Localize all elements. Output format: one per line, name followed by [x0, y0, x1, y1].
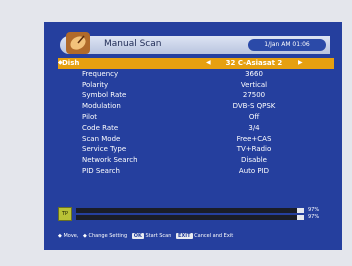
settings-list: ◆ Dish ◀ 32 C-Asiasat 2 ▶ Frequency 3660 … [58, 58, 334, 177]
setting-row-dish[interactable]: ◆ Dish ◀ 32 C-Asiasat 2 ▶ [58, 58, 334, 69]
help-start-scan: Start Scan [145, 233, 172, 239]
signal-panel: TP 97% 97% [58, 207, 334, 221]
exit-key: EXIT [176, 233, 193, 239]
ok-key: OK [131, 233, 144, 239]
dish-icon [66, 32, 90, 54]
setting-row-scan-mode[interactable]: Scan Mode Free+CAS [58, 134, 334, 145]
setting-value: 32 C-Asiasat 2 [225, 59, 283, 67]
osd-screen: Manual Scan 1/Jan AM 01:06 ◆ Dish ◀ 32 C… [44, 22, 342, 250]
help-move: Move, [63, 233, 79, 239]
right-arrow-icon[interactable]: ▶ [298, 59, 303, 66]
setting-label: PID Search [82, 166, 120, 175]
setting-label: Scan Mode [82, 134, 121, 143]
left-arrow-icon[interactable]: ◀ [206, 59, 211, 66]
setting-value: Vertical [240, 80, 268, 89]
setting-label: Modulation [82, 102, 121, 111]
setting-label: Polarity [82, 80, 109, 89]
setting-value: DVB-S QPSK [232, 102, 276, 111]
signal-icon: TP [58, 207, 72, 221]
help-change: Change Setting [88, 233, 128, 239]
setting-label: Code Rate [82, 123, 119, 132]
signal-strength-bar [76, 208, 304, 213]
setting-row-service-type[interactable]: Service Type TV+Radio [58, 144, 334, 155]
setting-row-code-rate[interactable]: Code Rate 3/4 [58, 123, 334, 134]
clock: 1/Jan AM 01:06 [248, 39, 326, 51]
setting-value: Auto PID [238, 166, 270, 175]
setting-row-modulation[interactable]: Modulation DVB-S QPSK [58, 101, 334, 112]
page-title: Manual Scan [104, 39, 162, 49]
setting-value: 3/4 [248, 123, 260, 132]
setting-label: Network Search [82, 156, 138, 165]
setting-value: 3660 [245, 69, 263, 78]
setting-value: Free+CAS [236, 134, 272, 143]
setting-row-pid-search[interactable]: PID Search Auto PID [58, 166, 334, 177]
setting-row-network-search[interactable]: Network Search Disable [58, 155, 334, 166]
setting-label: Dish [62, 59, 80, 67]
setting-row-symbol-rate[interactable]: Symbol Rate 27500 [58, 90, 334, 101]
setting-row-frequency[interactable]: Frequency 3660 [58, 69, 334, 80]
header-bar: Manual Scan 1/Jan AM 01:06 [60, 32, 330, 54]
signal-strength-fill [76, 208, 298, 213]
signal-strength-value: 97% [308, 207, 320, 213]
setting-value: Disable [241, 156, 267, 165]
setting-label: Frequency [82, 69, 119, 78]
setting-row-polarity[interactable]: Polarity Vertical [58, 80, 334, 91]
signal-quality-bar [76, 215, 304, 220]
setting-value: 27500 [242, 91, 266, 100]
leftright-icon: ◆ [83, 233, 87, 239]
signal-quality-fill [76, 215, 298, 220]
signal-quality-value: 97% [308, 214, 320, 220]
setting-label: Pilot [82, 112, 97, 121]
setting-row-pilot[interactable]: Pilot Off [58, 112, 334, 123]
setting-label: Symbol Rate [82, 91, 127, 100]
help-bar: ◆ Move, ◆ Change Setting OK Start Scan E… [58, 233, 334, 239]
help-cancel-exit: Cancel and Exit [194, 233, 234, 239]
setting-value: TV+Radio [236, 145, 272, 154]
updown-icon: ◆ [58, 233, 62, 239]
setting-value: Off [248, 112, 260, 121]
setting-label: Service Type [82, 145, 127, 154]
